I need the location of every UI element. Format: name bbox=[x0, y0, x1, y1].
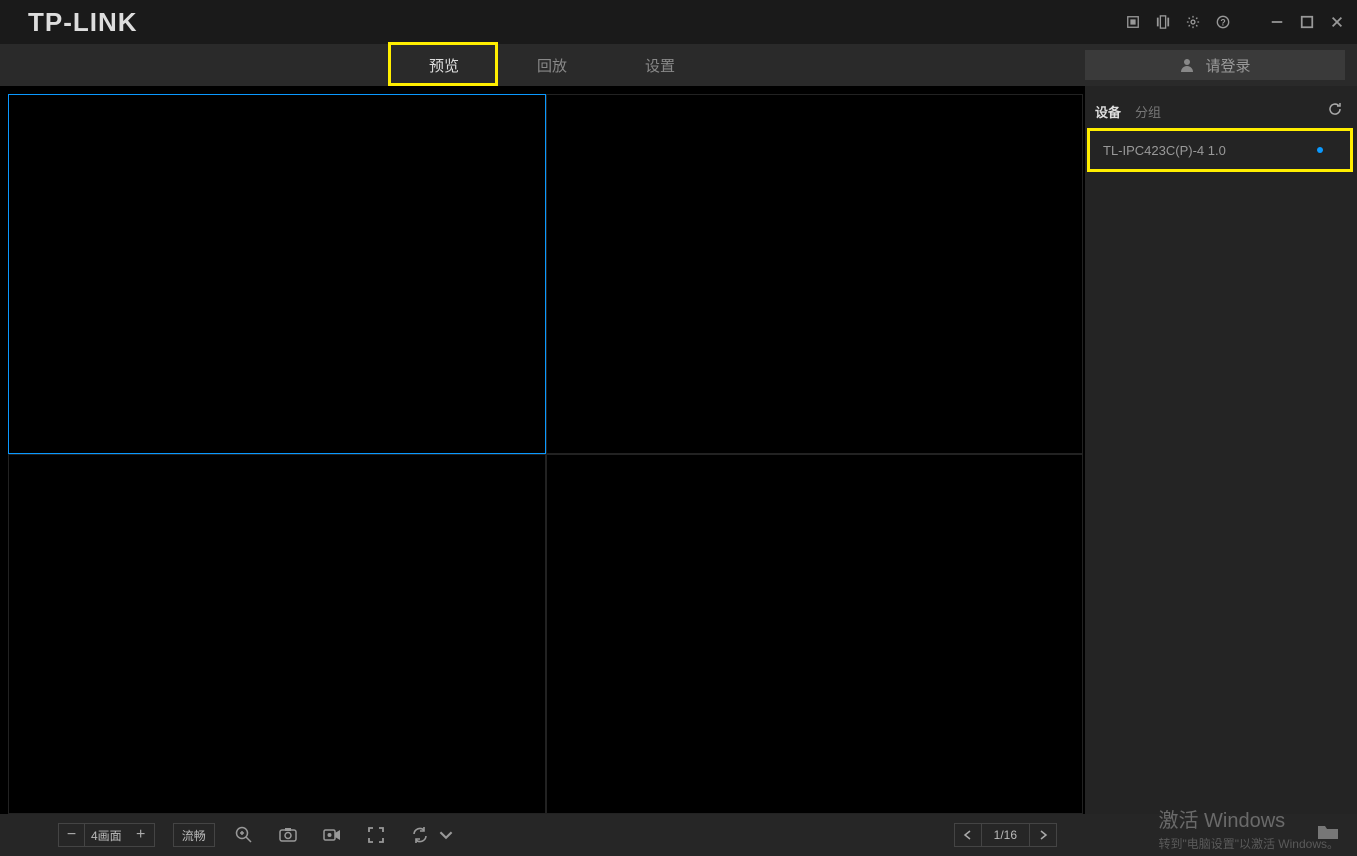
snapshot-icon[interactable] bbox=[273, 820, 303, 850]
pager-next-button[interactable] bbox=[1029, 823, 1057, 847]
video-cell-1[interactable] bbox=[8, 94, 546, 454]
tab-playback[interactable]: 回放 bbox=[498, 44, 606, 86]
login-button[interactable]: 请登录 bbox=[1085, 50, 1345, 80]
split-minus-button[interactable]: − bbox=[59, 824, 85, 846]
minimize-icon[interactable] bbox=[1269, 14, 1285, 30]
tabbar: 预览 回放 设置 请登录 bbox=[0, 44, 1357, 86]
refresh-icon[interactable] bbox=[1327, 101, 1343, 122]
bottombar: − 4画面 + 流畅 1/16 bbox=[0, 814, 1357, 856]
folder-icon[interactable] bbox=[1317, 823, 1339, 846]
pager: 1/16 bbox=[954, 823, 1057, 847]
pager-prev-button[interactable] bbox=[954, 823, 982, 847]
split-plus-button[interactable]: + bbox=[128, 824, 154, 846]
tab-preview[interactable]: 预览 bbox=[390, 44, 498, 86]
user-icon bbox=[1179, 57, 1195, 73]
help-icon[interactable]: ? bbox=[1215, 14, 1231, 30]
titlebar: TP-LINK ? bbox=[0, 0, 1357, 44]
svg-text:?: ? bbox=[1220, 18, 1225, 28]
video-grid bbox=[0, 86, 1085, 814]
sidebar-tab-group[interactable]: 分组 bbox=[1135, 102, 1161, 121]
quality-selector[interactable]: 流畅 bbox=[173, 823, 215, 847]
pager-label: 1/16 bbox=[982, 823, 1029, 847]
zoom-in-icon[interactable] bbox=[229, 820, 259, 850]
layers-icon[interactable] bbox=[1155, 14, 1171, 30]
video-cell-3[interactable] bbox=[8, 454, 546, 814]
split-label: 4画面 bbox=[85, 827, 128, 844]
video-cell-2[interactable] bbox=[546, 94, 1084, 454]
main: 设备 分组 TL-IPC423C(P)-4 1.0 bbox=[0, 86, 1357, 814]
window-controls: ? bbox=[1125, 14, 1345, 30]
device-item[interactable]: TL-IPC423C(P)-4 1.0 bbox=[1091, 132, 1351, 168]
maximize-icon[interactable] bbox=[1299, 14, 1315, 30]
fullscreen-icon[interactable] bbox=[361, 820, 391, 850]
gear-icon[interactable] bbox=[1185, 14, 1201, 30]
sidebar-tab-device[interactable]: 设备 bbox=[1095, 102, 1121, 121]
close-icon[interactable] bbox=[1329, 14, 1345, 30]
record-icon[interactable] bbox=[317, 820, 347, 850]
tab-settings[interactable]: 设置 bbox=[606, 44, 714, 86]
screenshot-icon[interactable] bbox=[1125, 14, 1141, 30]
video-cell-4[interactable] bbox=[546, 454, 1084, 814]
login-label: 请登录 bbox=[1205, 55, 1250, 76]
sidebar: 设备 分组 TL-IPC423C(P)-4 1.0 bbox=[1085, 86, 1357, 814]
brand-logo: TP-LINK bbox=[28, 7, 138, 38]
status-dot-icon bbox=[1317, 147, 1323, 153]
sidebar-tabs: 设备 分组 bbox=[1085, 94, 1357, 128]
device-list: TL-IPC423C(P)-4 1.0 bbox=[1085, 128, 1357, 172]
device-name: TL-IPC423C(P)-4 1.0 bbox=[1103, 143, 1226, 158]
cycle-dropdown-icon[interactable] bbox=[439, 820, 453, 850]
cycle-icon[interactable] bbox=[405, 820, 435, 850]
split-control: − 4画面 + bbox=[58, 823, 155, 847]
